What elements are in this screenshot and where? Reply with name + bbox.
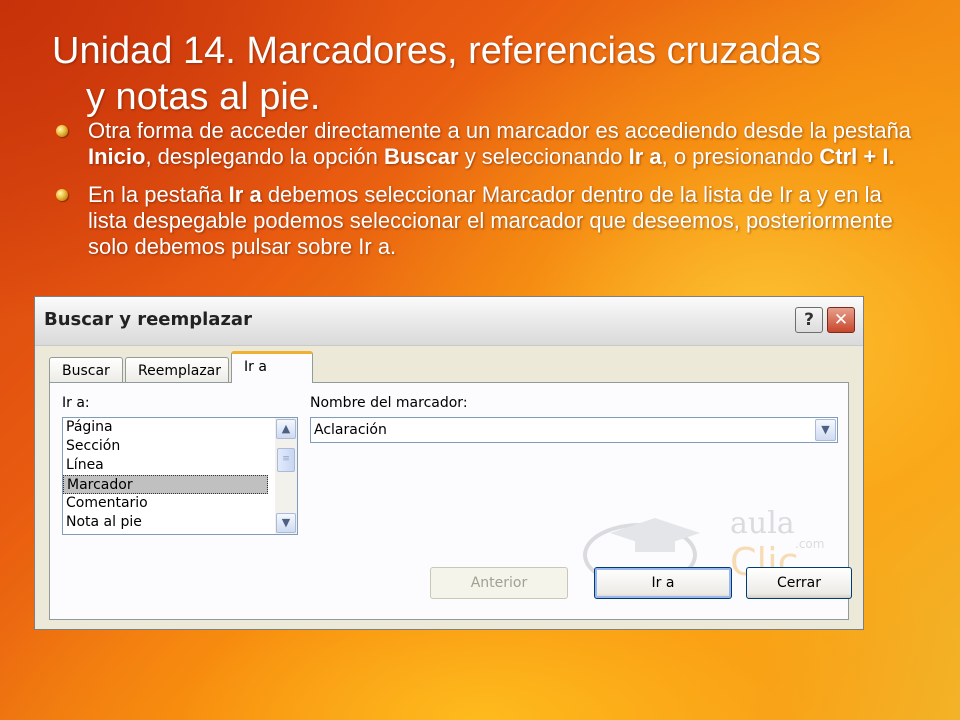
cancel-button[interactable]: Cerrar <box>746 567 852 599</box>
bullet-bold-text: Buscar <box>383 144 459 169</box>
dialog-title: Buscar y reemplazar <box>44 309 252 330</box>
tab-ir-a[interactable]: Ir a <box>231 351 313 383</box>
bullet-text: , o presionando <box>661 144 820 169</box>
goto-button[interactable]: Ir a <box>594 567 732 599</box>
scroll-up-arrow-icon[interactable]: ▲ <box>276 419 296 439</box>
watermark-text: .com <box>795 537 824 551</box>
close-window-button[interactable]: ✕ <box>827 307 855 333</box>
goto-panel: Ir a: Página Sección Línea Marcador Come… <box>49 382 852 620</box>
bullet-bold-text: Ctrl + I. <box>819 144 895 169</box>
dialog-tabs: Buscar Reemplazar Ir a <box>49 349 849 383</box>
goto-listbox[interactable]: Página Sección Línea Marcador Comentario… <box>62 417 298 535</box>
scroll-down-arrow-icon[interactable]: ▼ <box>276 513 296 533</box>
bullet-item-1: Otra forma de acceder directamente a un … <box>52 118 922 170</box>
goto-label: Ir a: <box>62 395 90 411</box>
bullet-bold-text: Ir a <box>228 182 262 207</box>
slide-title: Unidad 14. Marcadores, referencias cruza… <box>52 28 932 120</box>
tab-reemplazar[interactable]: Reemplazar <box>125 357 229 383</box>
bullet-dot-icon <box>56 189 68 201</box>
previous-button[interactable]: Anterior <box>430 567 568 599</box>
scroll-thumb[interactable]: ≡ <box>277 448 295 472</box>
list-item-selected[interactable]: Marcador <box>63 475 268 494</box>
list-item[interactable]: Comentario <box>63 494 268 513</box>
find-replace-dialog: Buscar y reemplazar ? ✕ Buscar Reemplaza… <box>34 296 864 630</box>
bullet-list: Otra forma de acceder directamente a un … <box>52 118 922 272</box>
list-item[interactable]: Página <box>63 418 268 437</box>
listbox-scrollbar[interactable]: ▲ ≡ ▼ <box>275 418 297 534</box>
tab-buscar[interactable]: Buscar <box>49 357 123 383</box>
bookmark-name-label: Nombre del marcador: <box>310 395 468 411</box>
bullet-text: Otra forma de acceder directamente a un … <box>88 118 912 143</box>
bullet-text: y seleccionando <box>458 144 629 169</box>
bullet-bold-text: Inicio <box>88 144 146 169</box>
chevron-down-icon[interactable]: ▼ <box>815 419 836 441</box>
help-button[interactable]: ? <box>795 307 823 333</box>
slide-title-line-2: y notas al pie. <box>86 76 321 118</box>
bullet-text: En la pestaña <box>88 182 229 207</box>
bookmark-name-value: Aclaración <box>314 422 387 438</box>
watermark-text: aula <box>730 506 795 541</box>
list-item[interactable]: Sección <box>63 437 268 456</box>
list-item[interactable]: Nota al pie <box>63 513 268 532</box>
bullet-bold-text: Ir a <box>628 144 662 169</box>
bullet-text: , desplegando la opción <box>145 144 384 169</box>
bullet-dot-icon <box>56 125 68 137</box>
list-item[interactable]: Línea <box>63 456 268 475</box>
slide-title-line-1: Unidad 14. Marcadores, referencias cruza… <box>52 30 821 72</box>
dialog-titlebar[interactable]: Buscar y reemplazar ? ✕ <box>35 297 863 346</box>
bookmark-name-dropdown[interactable]: Aclaración ▼ <box>310 417 838 443</box>
bullet-item-2: En la pestaña Ir a debemos seleccionar M… <box>52 182 922 260</box>
